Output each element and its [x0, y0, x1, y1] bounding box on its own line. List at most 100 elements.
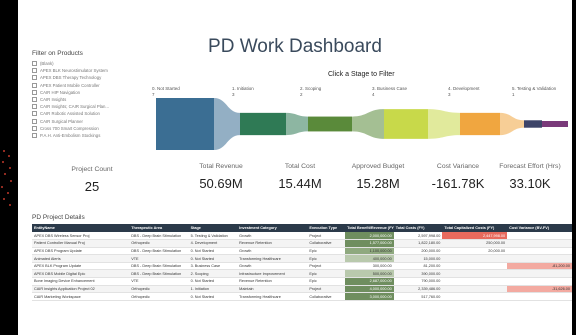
- column-header[interactable]: Cost Variance (BV-FV): [507, 224, 572, 232]
- kpi-label: Total Revenue: [199, 163, 243, 170]
- stage-filter-hint: Click a Stage to Filter: [328, 71, 395, 78]
- kpi-label: Total Cost: [284, 163, 316, 170]
- stage-name: 1. Initiation: [232, 86, 254, 91]
- column-header[interactable]: Total Capitalized Costs (FY): [442, 224, 508, 232]
- stage-name: 0. Not Started: [152, 86, 180, 91]
- table-cell: Epic: [307, 277, 346, 286]
- filter-option-label: CAIR HIP Navigation: [40, 89, 81, 95]
- filter-option-label: (Blank): [40, 61, 54, 67]
- funnel-stage-bar[interactable]: [384, 109, 428, 139]
- table-cell: 400,000.00: [345, 254, 394, 263]
- table-cell: 81,200.00: [393, 262, 443, 271]
- table-cell: Growth: [237, 232, 308, 241]
- table-row[interactable]: CAIR Marketing Workspace Orthopedic 0. Not…: [32, 292, 572, 301]
- table-cell: 200,000.00: [393, 247, 443, 256]
- table-cell: Bone Imaging Device Enhancement: [32, 277, 130, 286]
- funnel-stage-bar[interactable]: [308, 116, 352, 132]
- kpi-value: 50.69M: [199, 176, 243, 191]
- column-header[interactable]: Total Costs (FY): [393, 224, 443, 232]
- checkbox-icon[interactable]: [32, 68, 37, 74]
- table-row[interactable]: APEX DBS Mobile Digital Epic DBS - Deep B…: [32, 269, 572, 279]
- column-header[interactable]: Therapeutic Area: [129, 224, 189, 232]
- filter-option[interactable]: APEX DBS Therapy Technology: [32, 74, 182, 81]
- kpi-label: Project Count: [71, 166, 113, 173]
- checkbox-icon[interactable]: [32, 118, 37, 124]
- table-cell: Orthopedic: [129, 239, 189, 248]
- table-row[interactable]: Bone Imaging Device Enhancement VTE 0. Not…: [32, 277, 572, 286]
- table-cell: 20,000.00: [442, 247, 508, 256]
- checkbox-icon[interactable]: [32, 82, 37, 88]
- table-cell: 1,577,000.00: [345, 239, 394, 248]
- table-cell: 2,447,998.00: [442, 232, 508, 241]
- funnel-connector: [428, 109, 460, 139]
- table-cell: Transforming Healthcare: [237, 254, 308, 263]
- table-cell: [442, 269, 508, 279]
- funnel-stage-bar[interactable]: [524, 120, 542, 128]
- details-title: PD Project Details: [32, 214, 85, 221]
- table-cell: Collaborative: [307, 239, 346, 248]
- stage-funnel-chart[interactable]: [146, 96, 572, 156]
- column-header[interactable]: Investment Category: [237, 224, 308, 232]
- table-cell: DBS - Deep Brain Stimulation: [129, 262, 189, 271]
- column-header[interactable]: Execution Type: [307, 224, 346, 232]
- funnel-tail-bar: [542, 121, 568, 127]
- kpi-value: 25: [84, 179, 100, 194]
- table-row[interactable]: APEX DBS Wireless Sensor Proj DBS - Deep …: [32, 232, 572, 241]
- table-cell: 15,000.00: [393, 254, 443, 263]
- funnel-connector: [286, 112, 308, 136]
- kpi-card: Total Cost 15.44M: [255, 163, 345, 191]
- table-cell: 790,000.00: [393, 277, 443, 286]
- filter-option-label: APEX DBS Therapy Technology: [40, 75, 102, 81]
- table-cell: Infrastructure Improvement: [237, 269, 308, 279]
- filter-option[interactable]: APEX BLK Neurostimulator System: [32, 67, 182, 74]
- table-cell: 1. Initiation: [188, 285, 238, 294]
- column-header[interactable]: EntityName: [32, 224, 130, 232]
- table-cell: Orthopedic: [129, 285, 189, 294]
- checkbox-icon[interactable]: [32, 104, 37, 110]
- table-cell: VTE: [129, 254, 189, 263]
- table-cell: Epic: [307, 269, 346, 279]
- table-row[interactable]: CAIR Insights Application Project 02 Orth…: [32, 285, 572, 294]
- table-row[interactable]: Patient Controller Manual Proj Orthopedic…: [32, 239, 572, 248]
- table-cell: 2,000,000.00: [345, 232, 394, 241]
- table-cell: 0. Not Started: [188, 277, 238, 286]
- stage-name: 5. Testing & Validation: [512, 86, 557, 91]
- column-header[interactable]: Stage: [188, 224, 238, 232]
- kpi-label: Approved Budget: [351, 163, 405, 170]
- table-row[interactable]: APEX DBS Program Update DBS - Deep Brain …: [32, 247, 572, 256]
- table-cell: [507, 247, 572, 256]
- checkbox-icon[interactable]: [32, 89, 37, 95]
- funnel-stage-bar[interactable]: [460, 112, 500, 136]
- table-cell: APEX DBS Program Update: [32, 247, 130, 256]
- funnel-stage-bar[interactable]: [156, 98, 214, 150]
- stage-name: 4. Development: [448, 86, 480, 91]
- table-cell: 3,000,000.00: [345, 292, 394, 301]
- table-cell: DBS - Deep Brain Stimulation: [129, 247, 189, 256]
- kpi-value: 15.44M: [278, 176, 322, 191]
- funnel-stage-bar[interactable]: [240, 112, 286, 136]
- filter-option[interactable]: (Blank): [32, 60, 182, 67]
- table-cell: CAIR Insights Application Project 02: [32, 285, 130, 294]
- checkbox-icon[interactable]: [32, 111, 37, 117]
- table-cell: 390,000.00: [393, 269, 443, 279]
- table-row[interactable]: Animated Alerts VTE 0. Not Started Transfor…: [32, 254, 572, 263]
- checkbox-icon[interactable]: [32, 97, 37, 103]
- checkbox-icon[interactable]: [32, 75, 37, 81]
- table-cell: Project: [307, 232, 346, 241]
- table-row[interactable]: APEX BLK Program Update DBS - Deep Brain …: [32, 262, 572, 271]
- checkbox-icon[interactable]: [32, 132, 37, 138]
- table-cell: Epic: [307, 247, 346, 256]
- table-cell: -31,626.00: [507, 285, 572, 294]
- table-cell: 2,339,486.00: [393, 285, 443, 294]
- filter-option-label: CAIR Surgical Planner: [40, 118, 83, 124]
- stage-name: 3. Business Case: [372, 86, 408, 91]
- table-cell: 2,687,000.00: [345, 277, 394, 286]
- checkbox-icon[interactable]: [32, 125, 37, 131]
- filter-option-label: CAIR Insights: [40, 97, 67, 103]
- table-cell: 500,000.00: [345, 269, 394, 279]
- kpi-value: 15.28M: [356, 176, 400, 191]
- table-cell: Patient Controller Manual Proj: [32, 239, 130, 248]
- checkbox-icon[interactable]: [32, 61, 37, 67]
- table-cell: 4. Development: [188, 239, 238, 248]
- column-header[interactable]: Total Benefit/Revenue (FY): [345, 224, 394, 232]
